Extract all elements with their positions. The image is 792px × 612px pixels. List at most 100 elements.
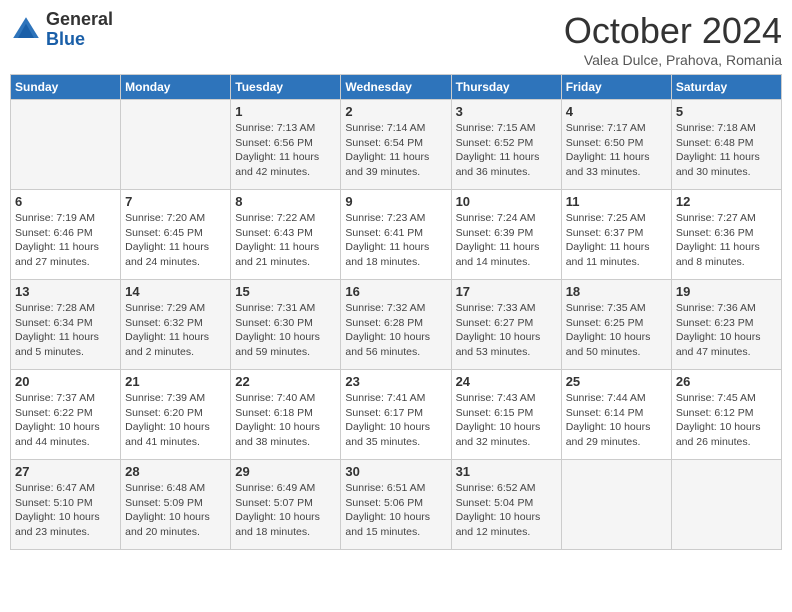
calendar-day-cell: 5 Sunrise: 7:18 AM Sunset: 6:48 PM Daylig… <box>671 100 781 190</box>
calendar-day-cell: 20 Sunrise: 7:37 AM Sunset: 6:22 PM Dayli… <box>11 370 121 460</box>
day-number: 19 <box>676 284 777 299</box>
calendar-week-row: 20 Sunrise: 7:37 AM Sunset: 6:22 PM Dayli… <box>11 370 782 460</box>
day-info: Sunrise: 7:37 AM Sunset: 6:22 PM Dayligh… <box>15 391 116 450</box>
calendar-day-cell: 3Sunrise: 7:15 AM Sunset: 6:52 PM Daylig… <box>451 100 561 190</box>
calendar-day-cell: 22 Sunrise: 7:40 AM Sunset: 6:18 PM Dayli… <box>231 370 341 460</box>
calendar-day-cell: 23Sunrise: 7:41 AM Sunset: 6:17 PM Dayli… <box>341 370 451 460</box>
day-number: 30 <box>345 464 446 479</box>
calendar-day-cell: 28Sunrise: 6:48 AM Sunset: 5:09 PM Dayli… <box>121 460 231 550</box>
day-info: Sunrise: 7:19 AM Sunset: 6:46 PM Dayligh… <box>15 211 116 270</box>
day-number: 6 <box>15 194 116 209</box>
calendar-day-cell: 31Sunrise: 6:52 AM Sunset: 5:04 PM Dayli… <box>451 460 561 550</box>
calendar-day-cell: 1 Sunrise: 7:13 AM Sunset: 6:56 PM Daylig… <box>231 100 341 190</box>
calendar-day-cell: 2 Sunrise: 7:14 AM Sunset: 6:54 PM Daylig… <box>341 100 451 190</box>
title-block: October 2024 Valea Dulce, Prahova, Roman… <box>564 10 782 68</box>
calendar-day-cell: 29 Sunrise: 6:49 AM Sunset: 5:07 PM Dayli… <box>231 460 341 550</box>
day-number: 14 <box>125 284 226 299</box>
day-number: 23 <box>345 374 446 389</box>
day-info: Sunrise: 7:25 AM Sunset: 6:37 PM Dayligh… <box>566 211 667 270</box>
calendar-day-cell: 13 Sunrise: 7:28 AM Sunset: 6:34 PM Dayli… <box>11 280 121 370</box>
day-info: Sunrise: 6:49 AM Sunset: 5:07 PM Dayligh… <box>235 481 336 540</box>
page-header: General Blue October 2024 Valea Dulce, P… <box>10 10 782 68</box>
day-info: Sunrise: 6:48 AM Sunset: 5:09 PM Dayligh… <box>125 481 226 540</box>
weekday-header-cell: Saturday <box>671 75 781 100</box>
day-info: Sunrise: 7:23 AM Sunset: 6:41 PM Dayligh… <box>345 211 446 270</box>
day-number: 15 <box>235 284 336 299</box>
calendar-body: 1 Sunrise: 7:13 AM Sunset: 6:56 PM Daylig… <box>11 100 782 550</box>
weekday-header-cell: Monday <box>121 75 231 100</box>
calendar-day-cell: 30Sunrise: 6:51 AM Sunset: 5:06 PM Dayli… <box>341 460 451 550</box>
day-info: Sunrise: 7:36 AM Sunset: 6:23 PM Dayligh… <box>676 301 777 360</box>
calendar-week-row: 1 Sunrise: 7:13 AM Sunset: 6:56 PM Daylig… <box>11 100 782 190</box>
calendar-week-row: 27 Sunrise: 6:47 AM Sunset: 5:10 PM Dayli… <box>11 460 782 550</box>
day-number: 27 <box>15 464 116 479</box>
day-info: Sunrise: 7:24 AM Sunset: 6:39 PM Dayligh… <box>456 211 557 270</box>
calendar-day-cell <box>671 460 781 550</box>
day-info: Sunrise: 7:31 AM Sunset: 6:30 PM Dayligh… <box>235 301 336 360</box>
day-number: 20 <box>15 374 116 389</box>
calendar-day-cell <box>561 460 671 550</box>
logo-icon <box>10 14 42 46</box>
day-number: 26 <box>676 374 777 389</box>
day-info: Sunrise: 7:18 AM Sunset: 6:48 PM Dayligh… <box>676 121 777 180</box>
day-info: Sunrise: 7:28 AM Sunset: 6:34 PM Dayligh… <box>15 301 116 360</box>
weekday-header-cell: Sunday <box>11 75 121 100</box>
calendar-day-cell: 19 Sunrise: 7:36 AM Sunset: 6:23 PM Dayli… <box>671 280 781 370</box>
day-info: Sunrise: 7:27 AM Sunset: 6:36 PM Dayligh… <box>676 211 777 270</box>
weekday-header-row: SundayMondayTuesdayWednesdayThursdayFrid… <box>11 75 782 100</box>
day-number: 21 <box>125 374 226 389</box>
calendar-day-cell: 25Sunrise: 7:44 AM Sunset: 6:14 PM Dayli… <box>561 370 671 460</box>
weekday-header-cell: Thursday <box>451 75 561 100</box>
day-info: Sunrise: 7:45 AM Sunset: 6:12 PM Dayligh… <box>676 391 777 450</box>
calendar-day-cell: 8 Sunrise: 7:22 AM Sunset: 6:43 PM Daylig… <box>231 190 341 280</box>
day-number: 16 <box>345 284 446 299</box>
day-number: 4 <box>566 104 667 119</box>
day-info: Sunrise: 7:39 AM Sunset: 6:20 PM Dayligh… <box>125 391 226 450</box>
day-info: Sunrise: 6:52 AM Sunset: 5:04 PM Dayligh… <box>456 481 557 540</box>
day-info: Sunrise: 7:29 AM Sunset: 6:32 PM Dayligh… <box>125 301 226 360</box>
calendar-day-cell: 18Sunrise: 7:35 AM Sunset: 6:25 PM Dayli… <box>561 280 671 370</box>
day-info: Sunrise: 7:22 AM Sunset: 6:43 PM Dayligh… <box>235 211 336 270</box>
day-number: 2 <box>345 104 446 119</box>
day-info: Sunrise: 7:17 AM Sunset: 6:50 PM Dayligh… <box>566 121 667 180</box>
calendar-day-cell: 4 Sunrise: 7:17 AM Sunset: 6:50 PM Daylig… <box>561 100 671 190</box>
logo: General Blue <box>10 10 113 50</box>
calendar-day-cell: 27 Sunrise: 6:47 AM Sunset: 5:10 PM Dayli… <box>11 460 121 550</box>
day-info: Sunrise: 7:14 AM Sunset: 6:54 PM Dayligh… <box>345 121 446 180</box>
day-number: 11 <box>566 194 667 209</box>
day-number: 22 <box>235 374 336 389</box>
day-number: 13 <box>15 284 116 299</box>
location-subtitle: Valea Dulce, Prahova, Romania <box>564 52 782 68</box>
day-info: Sunrise: 6:47 AM Sunset: 5:10 PM Dayligh… <box>15 481 116 540</box>
calendar-day-cell: 26 Sunrise: 7:45 AM Sunset: 6:12 PM Dayli… <box>671 370 781 460</box>
day-info: Sunrise: 7:15 AM Sunset: 6:52 PM Dayligh… <box>456 121 557 180</box>
day-info: Sunrise: 7:13 AM Sunset: 6:56 PM Dayligh… <box>235 121 336 180</box>
day-info: Sunrise: 7:20 AM Sunset: 6:45 PM Dayligh… <box>125 211 226 270</box>
day-number: 1 <box>235 104 336 119</box>
day-number: 8 <box>235 194 336 209</box>
day-info: Sunrise: 7:33 AM Sunset: 6:27 PM Dayligh… <box>456 301 557 360</box>
calendar-week-row: 6 Sunrise: 7:19 AM Sunset: 6:46 PM Daylig… <box>11 190 782 280</box>
calendar-day-cell: 6 Sunrise: 7:19 AM Sunset: 6:46 PM Daylig… <box>11 190 121 280</box>
calendar-day-cell: 16Sunrise: 7:32 AM Sunset: 6:28 PM Dayli… <box>341 280 451 370</box>
calendar-day-cell: 17 Sunrise: 7:33 AM Sunset: 6:27 PM Dayli… <box>451 280 561 370</box>
day-number: 10 <box>456 194 557 209</box>
calendar-table: SundayMondayTuesdayWednesdayThursdayFrid… <box>10 74 782 550</box>
logo-blue: Blue <box>46 29 85 49</box>
day-number: 29 <box>235 464 336 479</box>
weekday-header-cell: Friday <box>561 75 671 100</box>
day-number: 5 <box>676 104 777 119</box>
calendar-day-cell: 10 Sunrise: 7:24 AM Sunset: 6:39 PM Dayli… <box>451 190 561 280</box>
calendar-day-cell: 24 Sunrise: 7:43 AM Sunset: 6:15 PM Dayli… <box>451 370 561 460</box>
weekday-header-cell: Wednesday <box>341 75 451 100</box>
day-number: 17 <box>456 284 557 299</box>
calendar-week-row: 13 Sunrise: 7:28 AM Sunset: 6:34 PM Dayli… <box>11 280 782 370</box>
month-title: October 2024 <box>564 10 782 52</box>
calendar-day-cell: 9Sunrise: 7:23 AM Sunset: 6:41 PM Daylig… <box>341 190 451 280</box>
day-info: Sunrise: 7:44 AM Sunset: 6:14 PM Dayligh… <box>566 391 667 450</box>
day-info: Sunrise: 7:40 AM Sunset: 6:18 PM Dayligh… <box>235 391 336 450</box>
calendar-day-cell <box>11 100 121 190</box>
calendar-day-cell: 21 Sunrise: 7:39 AM Sunset: 6:20 PM Dayli… <box>121 370 231 460</box>
day-info: Sunrise: 7:43 AM Sunset: 6:15 PM Dayligh… <box>456 391 557 450</box>
day-number: 24 <box>456 374 557 389</box>
